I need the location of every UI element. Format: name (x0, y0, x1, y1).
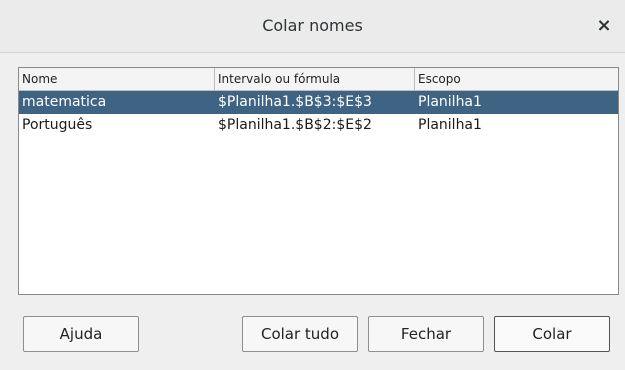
row-range: $Planilha1.$B$2:$E$2 (218, 117, 372, 133)
row-range: $Planilha1.$B$3:$E$3 (218, 94, 372, 110)
row-name: matematica (22, 94, 107, 110)
help-button[interactable]: Ajuda (23, 316, 139, 352)
column-header-name[interactable]: Nome (19, 68, 215, 90)
row-scope: Planilha1 (418, 117, 482, 133)
close-icon[interactable]: × (591, 13, 617, 39)
paste-button[interactable]: Colar (494, 316, 610, 352)
paste-all-button[interactable]: Colar tudo (242, 316, 358, 352)
names-list[interactable]: Nome Intervalo ou fórmula Escopo matemat… (18, 67, 619, 295)
close-button[interactable]: Fechar (368, 316, 484, 352)
column-header-scope[interactable]: Escopo (415, 68, 618, 90)
dialog-body: Nome Intervalo ou fórmula Escopo matemat… (0, 53, 625, 370)
row-scope: Planilha1 (418, 94, 482, 110)
list-header: Nome Intervalo ou fórmula Escopo (19, 68, 618, 91)
table-row[interactable]: Português $Planilha1.$B$2:$E$2 Planilha1 (19, 114, 618, 137)
title-bar: Colar nomes × (0, 0, 625, 53)
table-row[interactable]: matematica $Planilha1.$B$3:$E$3 Planilha… (19, 91, 618, 114)
dialog-title: Colar nomes (262, 16, 363, 35)
column-header-range[interactable]: Intervalo ou fórmula (215, 68, 415, 90)
row-name: Português (22, 117, 93, 133)
